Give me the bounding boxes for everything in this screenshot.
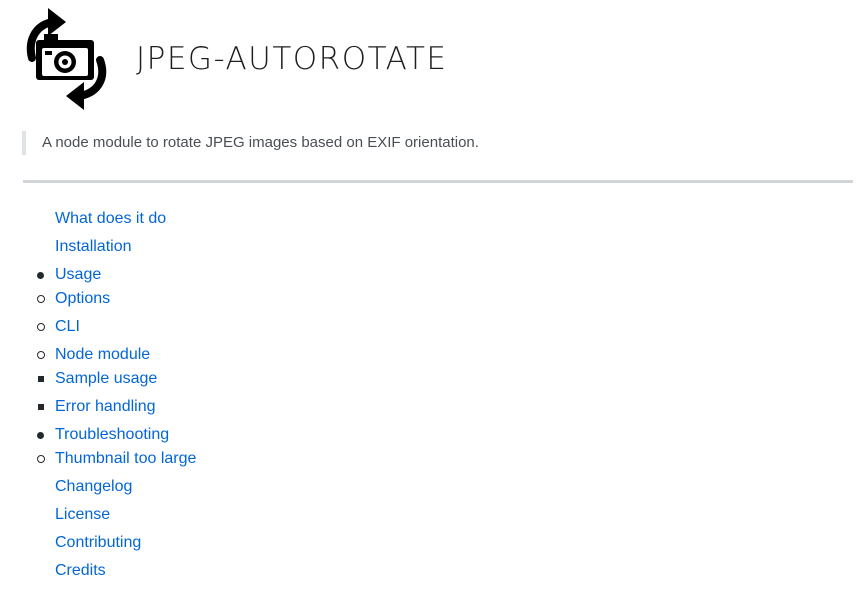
toc-link-error-handling[interactable]: Error handling [55,398,156,415]
rotating-camera-icon [26,8,107,110]
toc-link-node-module[interactable]: Node module [55,346,150,363]
toc-item-troubleshooting: Troubleshooting Thumbnail too large [0,421,861,473]
toc-item-sample-usage: Sample usage [38,365,861,393]
toc-link-contributing[interactable]: Contributing [55,534,141,551]
toc-link-sample-usage[interactable]: Sample usage [55,370,157,387]
toc-link-usage[interactable]: Usage [55,266,101,283]
toc-link-changelog[interactable]: Changelog [55,478,132,495]
page-header [22,8,110,110]
toc-item-usage: Usage Options CLI Node module Sample usa… [0,261,861,421]
bullet-square-icon [38,404,44,410]
bullet-square-icon [38,376,44,382]
toc-link-what-does-it-do[interactable]: What does it do [55,210,166,227]
toc-link-credits[interactable]: Credits [55,562,106,579]
toc-item-error-handling: Error handling [38,393,861,421]
description-blockquote: A node module to rotate JPEG images base… [22,131,479,155]
toc-item-license: License [0,501,861,529]
bullet-circle-icon [37,351,45,359]
toc-item-cli: CLI [37,313,861,341]
toc-link-troubleshooting[interactable]: Troubleshooting [55,426,169,443]
toc-sublist-usage: Options CLI Node module Sample usage Err… [37,285,861,421]
toc-link-cli[interactable]: CLI [55,318,80,335]
toc-list: What does it do Installation Usage Optio… [0,205,861,585]
toc-sublist-node-module: Sample usage Error handling [38,365,861,421]
toc-item-thumbnail-too-large: Thumbnail too large [37,445,861,473]
toc-item-changelog: Changelog [0,473,861,501]
bullet-disc-icon [37,272,44,279]
horizontal-divider [23,180,853,183]
bullet-circle-icon [37,323,45,331]
toc-sublist-troubleshooting: Thumbnail too large [37,445,861,473]
toc-link-license[interactable]: License [55,506,110,523]
toc-item-options: Options [37,285,861,313]
page-title: JPEG-AUTOROTATE [136,41,448,77]
toc-item-installation: Installation [0,233,861,261]
toc-link-options[interactable]: Options [55,290,110,307]
table-of-contents: What does it do Installation Usage Optio… [0,205,861,585]
bullet-circle-icon [37,455,45,463]
bullet-circle-icon [37,295,45,303]
toc-item-credits: Credits [0,557,861,585]
toc-link-installation[interactable]: Installation [55,238,132,255]
bullet-disc-icon [37,432,44,439]
toc-item-node-module: Node module Sample usage Error handling [37,341,861,421]
toc-item-what-does-it-do: What does it do [0,205,861,233]
toc-link-thumbnail-too-large[interactable]: Thumbnail too large [55,450,196,467]
toc-item-contributing: Contributing [0,529,861,557]
